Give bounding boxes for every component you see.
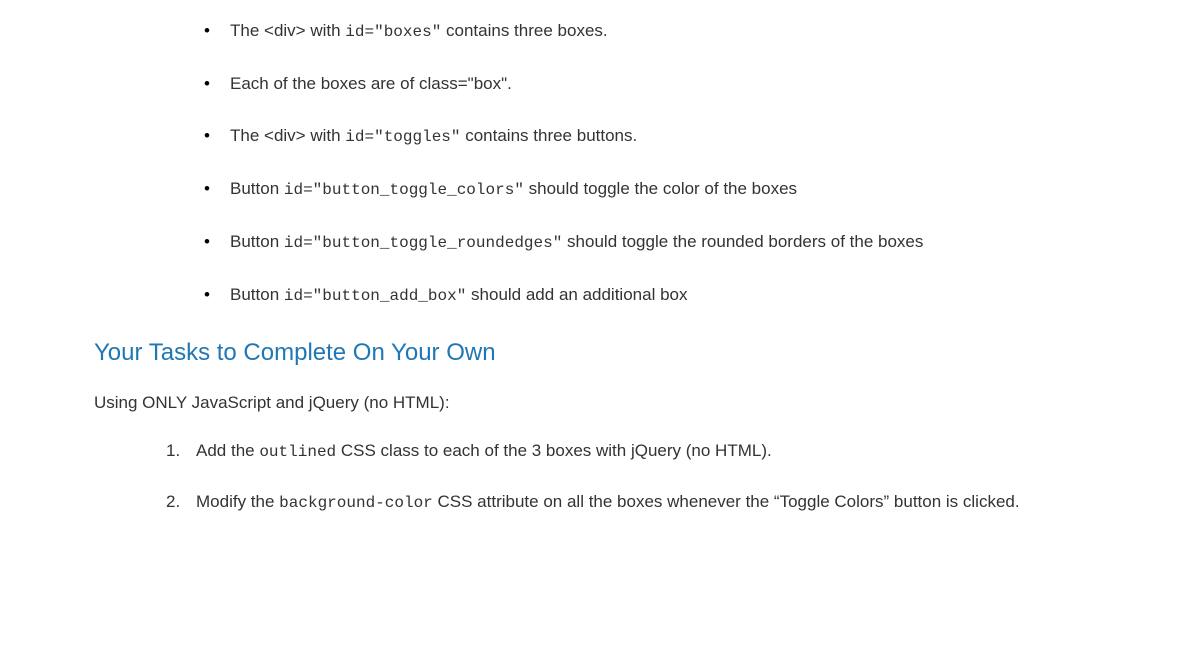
list-item: The <div> with id="boxes" contains three… bbox=[204, 18, 1101, 45]
list-item: Button id="button_add_box" should add an… bbox=[204, 282, 1101, 309]
text: should toggle the rounded borders of the… bbox=[562, 232, 923, 251]
text: should add an additional box bbox=[466, 285, 687, 304]
text: contains three buttons. bbox=[461, 126, 638, 145]
code: id="button_add_box" bbox=[284, 287, 466, 305]
code: id="boxes" bbox=[345, 23, 441, 41]
list-item: Button id="button_toggle_roundedges" sho… bbox=[204, 229, 1101, 256]
text: Modify the bbox=[196, 492, 279, 511]
code: id="toggles" bbox=[345, 128, 460, 146]
code: background-color bbox=[279, 494, 433, 512]
list-item: The <div> with id="toggles" contains thr… bbox=[204, 123, 1101, 150]
document-page: The <div> with id="boxes" contains three… bbox=[0, 18, 1195, 515]
text: The <div> with bbox=[230, 21, 345, 40]
text: Button bbox=[230, 285, 284, 304]
list-item: Modify the background-color CSS attribut… bbox=[166, 489, 1101, 516]
list-item: Button id="button_toggle_colors" should … bbox=[204, 176, 1101, 203]
text: should toggle the color of the boxes bbox=[524, 179, 797, 198]
bullet-list: The <div> with id="boxes" contains three… bbox=[94, 18, 1101, 308]
text: Button bbox=[230, 179, 284, 198]
text: Each of the boxes are of class="box". bbox=[230, 74, 512, 93]
list-item: Each of the boxes are of class="box". bbox=[204, 71, 1101, 97]
text: CSS attribute on all the boxes whenever … bbox=[433, 492, 1020, 511]
text: contains three boxes. bbox=[441, 21, 607, 40]
section-heading: Your Tasks to Complete On Your Own bbox=[94, 334, 1101, 371]
code: id="button_toggle_roundedges" bbox=[284, 234, 562, 252]
text: CSS class to each of the 3 boxes with jQ… bbox=[336, 441, 772, 460]
code: id="button_toggle_colors" bbox=[284, 181, 524, 199]
list-item: Add the outlined CSS class to each of th… bbox=[166, 438, 1101, 465]
lead-paragraph: Using ONLY JavaScript and jQuery (no HTM… bbox=[94, 390, 1101, 416]
task-list: Add the outlined CSS class to each of th… bbox=[94, 438, 1101, 516]
text: Add the bbox=[196, 441, 259, 460]
text: Button bbox=[230, 232, 284, 251]
code: outlined bbox=[259, 443, 336, 461]
text: The <div> with bbox=[230, 126, 345, 145]
